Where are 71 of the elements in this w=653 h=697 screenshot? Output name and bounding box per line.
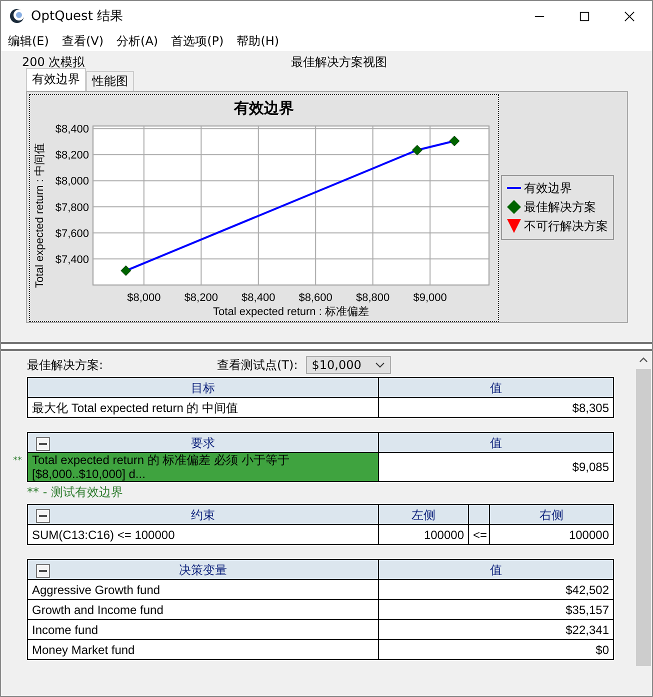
tick-label: $7,800	[55, 202, 89, 214]
tick-label: $8,400	[242, 292, 276, 304]
simulation-count: 200 次模拟	[22, 54, 86, 70]
scroll-thumb[interactable]	[636, 369, 651, 666]
table-cell: $42,502	[378, 580, 614, 600]
tick-label: $8,800	[356, 292, 390, 304]
column-header: 右侧	[490, 504, 614, 524]
table-cell: 最大化 Total expected return 的 中间值	[28, 398, 378, 418]
column-header: 值	[378, 378, 614, 398]
view-title: 最佳解决方案视图	[291, 54, 387, 70]
menu-item[interactable]: 编辑(E)	[8, 32, 49, 50]
collapse-toggle[interactable]	[36, 564, 50, 578]
legend-label: 不可行解决方案	[524, 218, 608, 234]
column-header: 约束	[28, 504, 378, 524]
footnote: ** - 测试有效边界	[27, 484, 124, 501]
tick-label: $8,400	[55, 124, 89, 136]
table-cell: Total expected return 的 标准偏差 必须 小于等于 [$8,000..$10,000] d...	[28, 452, 378, 482]
data-point	[120, 265, 132, 276]
best-solution-label: 最佳解决方案:	[27, 356, 104, 374]
maximize-icon[interactable]	[579, 10, 590, 22]
table-cell: 100000	[490, 524, 614, 544]
column-header: 值	[378, 560, 614, 580]
axis-label: Total expected return : 中间值	[34, 143, 46, 288]
splitter-bar[interactable]	[1, 342, 652, 351]
app-icon	[9, 8, 25, 24]
close-icon[interactable]	[624, 10, 635, 22]
axis-label: Total expected return : 标准偏差	[213, 306, 369, 318]
tick-label: $9,000	[413, 292, 447, 304]
table-cell: $35,157	[378, 600, 614, 620]
table-cell: Aggressive Growth fund	[28, 580, 378, 600]
tick-label: $8,200	[184, 292, 218, 304]
table-cell: SUM(C13:C16) <= 100000	[28, 524, 378, 544]
test-point-label: 查看测试点(T):	[217, 356, 298, 374]
column-header: 目标	[28, 378, 378, 398]
table-cell: Income fund	[28, 620, 378, 640]
row-marker: **	[13, 456, 22, 466]
table-cell: $0	[378, 640, 614, 660]
tick-label: $8,600	[298, 292, 332, 304]
window-title: OptQuest 结果	[31, 8, 124, 25]
menu-item[interactable]: 首选项(P)	[171, 32, 224, 50]
table-cell: Growth and Income fund	[28, 600, 378, 620]
menu-item[interactable]: 帮助(H)	[236, 32, 280, 50]
tick-label: $8,000	[55, 176, 89, 188]
tick-label: $7,600	[55, 228, 89, 240]
tick-label: $8,200	[55, 150, 89, 162]
collapse-toggle[interactable]	[36, 509, 50, 523]
chevron-icon	[375, 362, 386, 368]
column-header: 决策变量	[28, 560, 378, 580]
data-point	[412, 144, 422, 156]
table-cell: Money Market fund	[28, 640, 378, 660]
tick-label: $7,400	[55, 254, 89, 266]
tab[interactable]: 性能图	[86, 71, 134, 91]
table-cell: $9,085	[378, 452, 614, 482]
test-point-dropdown[interactable]: $10,000	[306, 356, 392, 374]
scroll-up-icon[interactable]	[639, 357, 648, 363]
menu-item[interactable]: 分析(A)	[116, 32, 158, 50]
chart-title: 有效边界	[234, 100, 294, 117]
table-cell: $8,305	[378, 398, 614, 418]
table-cell: 100000	[378, 524, 468, 544]
legend-label: 最佳解决方案	[524, 198, 596, 216]
tab[interactable]: 有效边界	[26, 68, 86, 91]
column-header: 左侧	[378, 504, 468, 524]
column-header: 值	[378, 432, 614, 452]
table-cell: <=	[468, 524, 490, 544]
data-point	[449, 136, 460, 146]
collapse-toggle[interactable]	[36, 437, 50, 451]
tick-label: $8,000	[127, 292, 161, 304]
menu-item[interactable]: 查看(V)	[62, 32, 104, 50]
legend-label: 有效边界	[524, 180, 572, 196]
column-header: 要求	[28, 432, 378, 452]
table-cell: $22,341	[378, 620, 614, 640]
